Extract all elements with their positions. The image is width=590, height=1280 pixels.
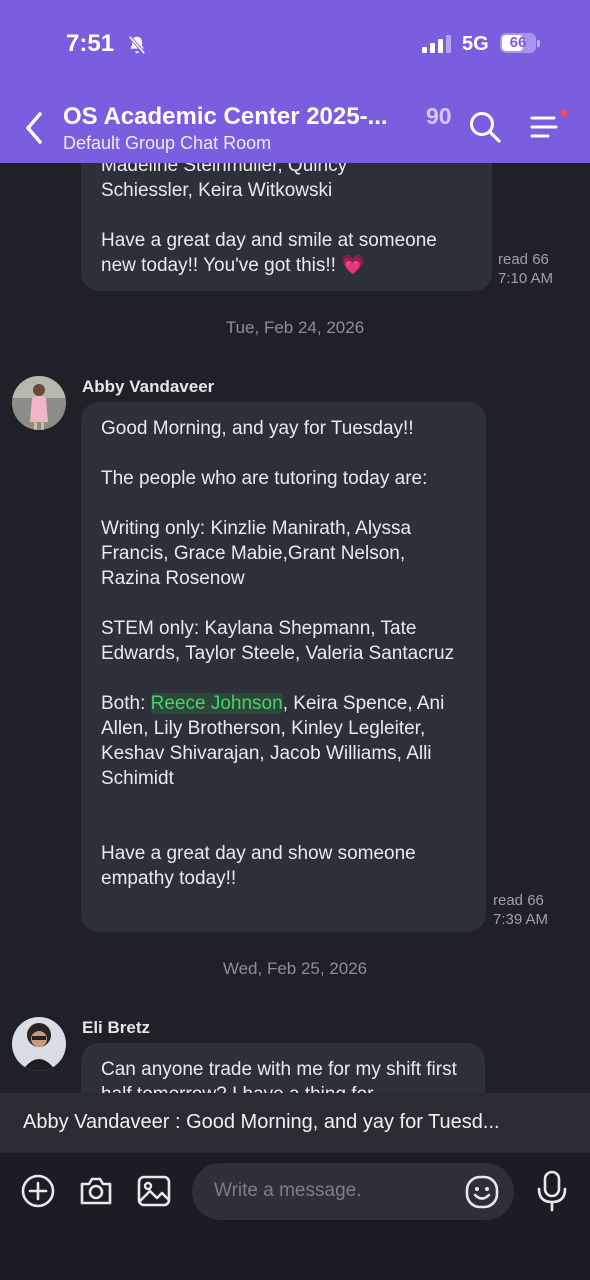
message-time: 7:10 AM (498, 270, 554, 287)
message-text: STEM only: Kaylana Shepmann, Tate Edward… (101, 618, 455, 664)
read-count: read 66 (493, 892, 544, 909)
cellular-signal-icon (422, 35, 451, 53)
text-segment: Both: (101, 693, 151, 714)
message-text: Have a great day and show someone empath… (101, 843, 416, 889)
message-bubble[interactable]: Good Morning, and yay for Tuesday!! The … (81, 402, 486, 932)
bell-muted-icon (128, 35, 146, 55)
emoji-icon[interactable] (464, 1174, 500, 1210)
message-meta: read 66 7:39 AM (493, 891, 548, 929)
message-text: Can anyone trade with me for my shift fi… (101, 1059, 457, 1093)
battery-level: 66 (509, 34, 527, 51)
menu-icon[interactable] (528, 108, 568, 144)
avatar[interactable] (12, 1017, 66, 1071)
new-message-preview[interactable]: Abby Vandaveer : Good Morning, and yay f… (0, 1093, 590, 1153)
status-bar: 7:51 5G 66 (0, 30, 590, 60)
message-list[interactable]: Madeline Steinmuller, Quincy Schiessler,… (0, 163, 590, 1093)
message-input[interactable] (214, 1178, 454, 1204)
back-chevron-icon[interactable] (20, 110, 48, 146)
chat-header: 7:51 5G 66 OS Academic Center 2025-... 9… (0, 0, 590, 163)
message-text: Writing only: Kinzlie Manirath, Alyssa F… (101, 518, 412, 589)
chat-title[interactable]: OS Academic Center 2025-... (63, 103, 388, 131)
date-separator: Tue, Feb 24, 2026 (225, 318, 365, 337)
message-field[interactable] (192, 1163, 514, 1220)
user-mention[interactable]: Reece Johnson (150, 693, 283, 714)
add-plus-icon[interactable] (20, 1173, 56, 1209)
date-separator: Wed, Feb 25, 2026 (222, 959, 368, 978)
message-bubble[interactable]: Madeline Steinmuller, Quincy Schiessler,… (81, 163, 492, 291)
status-time: 7:51 (66, 30, 115, 57)
network-type: 5G (462, 33, 489, 55)
camera-icon[interactable] (78, 1173, 114, 1209)
message-bubble[interactable]: Can anyone trade with me for my shift fi… (81, 1043, 485, 1093)
avatar[interactable] (12, 376, 66, 430)
message-text: Both: Reece Johnson, Keira Spence, Ani A… (101, 691, 466, 791)
sender-name[interactable]: Eli Bretz (82, 1018, 150, 1038)
message-text: Madeline Steinmuller, Quincy (101, 163, 348, 176)
message-text: Good Morning, and yay for Tuesday!! (101, 418, 414, 439)
message-text: Have a great day and smile at someone ne… (101, 230, 437, 276)
battery-icon: 66 (500, 33, 540, 53)
input-bar (0, 1153, 590, 1280)
message-time: 7:39 AM (493, 911, 549, 928)
member-count: 90 (426, 103, 452, 129)
chat-subtitle: Default Group Chat Room (63, 133, 272, 153)
sender-name[interactable]: Abby Vandaveer (82, 377, 214, 397)
message-text: Schiessler, Keira Witkowski (101, 180, 333, 201)
gallery-image-icon[interactable] (136, 1173, 172, 1209)
message-text: The people who are tutoring today are: (101, 468, 428, 489)
search-icon[interactable] (468, 110, 502, 144)
read-count: read 66 (498, 251, 549, 268)
message-meta: read 66 7:10 AM (498, 250, 553, 288)
microphone-icon[interactable] (533, 1170, 571, 1212)
preview-text: Abby Vandaveer : Good Morning, and yay f… (23, 1111, 500, 1133)
